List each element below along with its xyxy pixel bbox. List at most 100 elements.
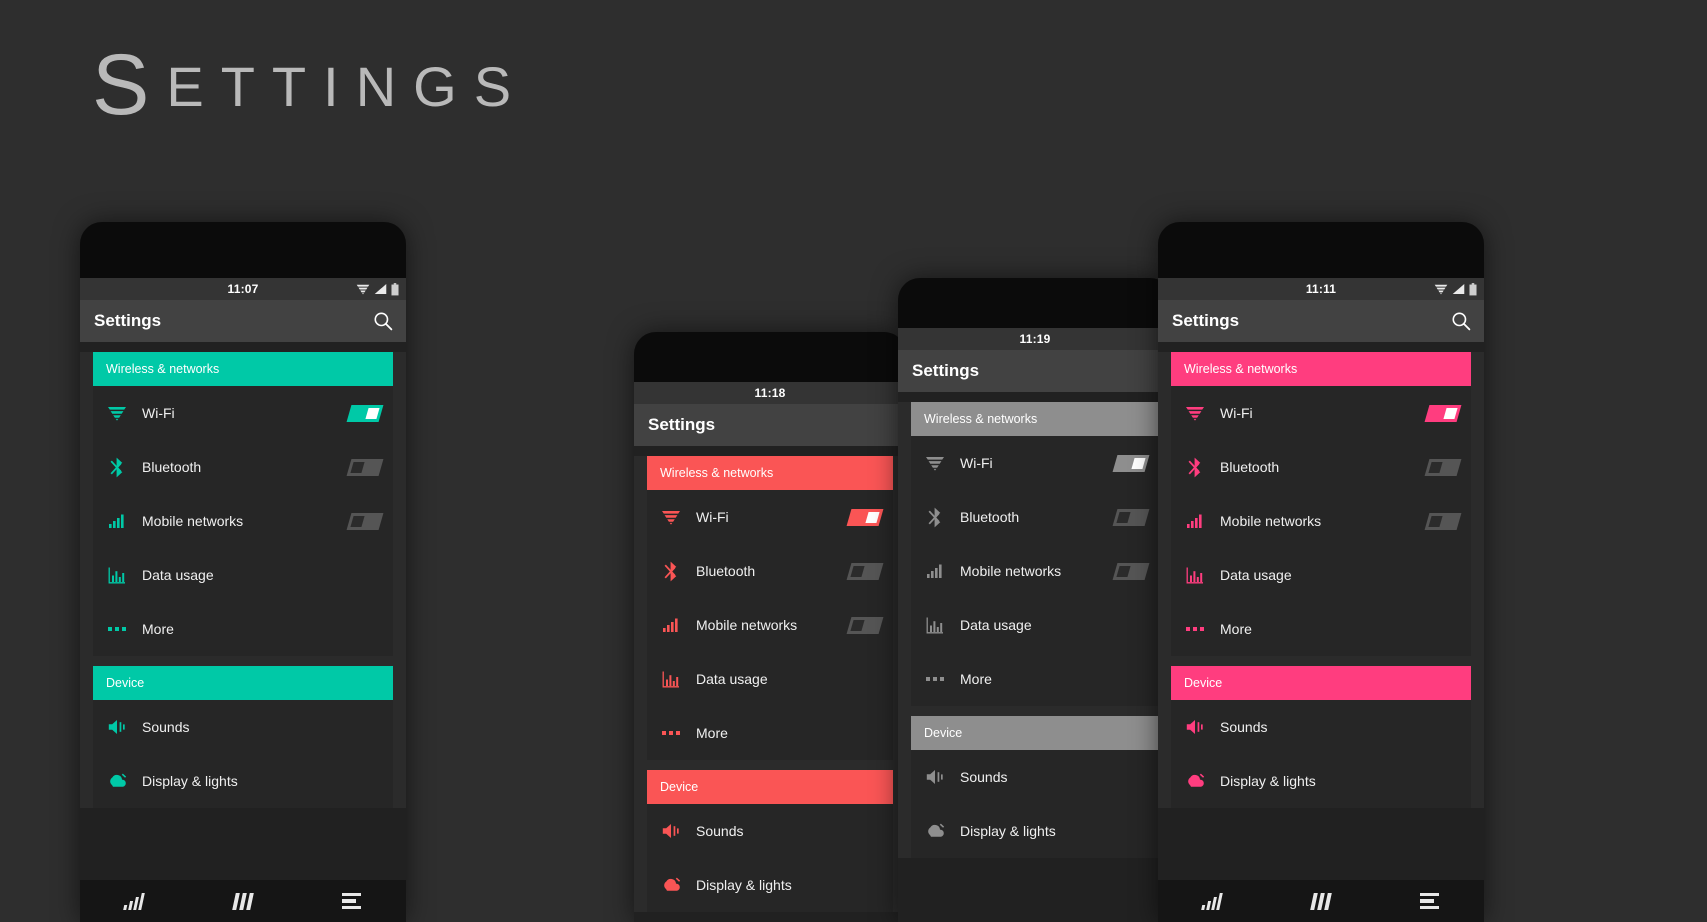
list-item[interactable]: More — [93, 602, 393, 656]
list-item-label: Mobile networks — [696, 617, 798, 633]
list-item-label: Display & lights — [696, 877, 792, 893]
search-icon[interactable] — [373, 311, 393, 331]
toggle-knob — [1131, 457, 1146, 469]
list-item[interactable]: More — [1171, 602, 1471, 656]
list-item-icon — [660, 560, 696, 582]
list-item-icon — [106, 618, 142, 640]
list-item[interactable]: Mobile networks — [93, 494, 393, 548]
group-device: Device Sounds Display & lights — [911, 716, 1159, 858]
list-item[interactable]: Mobile networks — [1171, 494, 1471, 548]
phone-screen: 11:18 Settings Wireless & networks Wi-Fi Blu… — [634, 382, 906, 922]
list-item-label: Wi-Fi — [960, 455, 993, 471]
list-item[interactable]: More — [647, 706, 893, 760]
nav-home-icon[interactable] — [1298, 886, 1344, 916]
toggle-knob — [1116, 565, 1131, 577]
toggle-switch-off[interactable] — [1112, 508, 1150, 526]
list-item[interactable]: Bluetooth — [1171, 440, 1471, 494]
list-item-icon — [1184, 716, 1220, 738]
list-item[interactable]: Wi-Fi — [93, 386, 393, 440]
list-item-icon — [106, 510, 142, 532]
settings-list: Wireless & networks Wi-Fi Bluetooth Mobile … — [1158, 352, 1484, 808]
group-body-device: Sounds Display & lights — [1171, 700, 1471, 808]
nav-recents-icon[interactable] — [1407, 886, 1453, 916]
group-device: Device Sounds Display & lights — [1171, 666, 1471, 808]
toggle-switch-on[interactable] — [346, 404, 384, 422]
group-wireless-networks: Wireless & networks Wi-Fi Bluetooth Mobile … — [1171, 352, 1471, 656]
status-battery-icon — [391, 282, 399, 296]
list-item[interactable]: Wi-Fi — [647, 490, 893, 544]
toggle-switch-on[interactable] — [1424, 404, 1462, 422]
list-item[interactable]: Data usage — [911, 598, 1159, 652]
list-item[interactable]: Sounds — [1171, 700, 1471, 754]
list-item-icon — [106, 716, 142, 738]
nav-home-icon[interactable] — [220, 886, 266, 916]
toggle-switch-on[interactable] — [846, 508, 884, 526]
group-body-wireless: Wi-Fi Bluetooth Mobile networks Data usage M… — [911, 436, 1159, 706]
list-item[interactable]: Display & lights — [1171, 754, 1471, 808]
group-device: Device Sounds Display & lights — [93, 666, 393, 808]
toggle-switch-off[interactable] — [1424, 458, 1462, 476]
toggle-switch-off[interactable] — [1424, 512, 1462, 530]
toggle-knob — [1116, 511, 1131, 523]
list-item-label: More — [960, 671, 992, 687]
list-item-icon — [1184, 770, 1220, 792]
list-item[interactable]: Wi-Fi — [1171, 386, 1471, 440]
toggle-switch-off[interactable] — [346, 512, 384, 530]
list-item[interactable]: Sounds — [647, 804, 893, 858]
navigation-bar — [80, 880, 406, 922]
bluetooth-icon — [106, 456, 128, 478]
wifi-icon — [106, 402, 128, 424]
group-body-device: Sounds Display & lights — [911, 750, 1159, 858]
list-item[interactable]: Display & lights — [647, 858, 893, 912]
group-device: Device Sounds Display & lights — [647, 770, 893, 912]
action-bar: Settings — [634, 404, 906, 446]
list-item-label: Sounds — [1220, 719, 1268, 735]
settings-list: Wireless & networks Wi-Fi Bluetooth Mobile … — [634, 456, 906, 912]
list-item[interactable]: Bluetooth — [911, 490, 1159, 544]
toggle-switch-off[interactable] — [1112, 562, 1150, 580]
list-item[interactable]: Data usage — [93, 548, 393, 602]
list-item-label: More — [142, 621, 174, 637]
more-dots-icon — [106, 618, 128, 640]
list-item-icon — [660, 506, 696, 528]
list-item-icon — [1184, 564, 1220, 586]
list-item[interactable]: Data usage — [647, 652, 893, 706]
bar-chart-icon — [1184, 564, 1206, 586]
nav-back-icon[interactable] — [111, 886, 157, 916]
bar-chart-icon — [660, 668, 682, 690]
list-item[interactable]: Mobile networks — [647, 598, 893, 652]
status-bar-clock: 11:07 — [227, 282, 259, 296]
wifi-icon — [660, 506, 682, 528]
list-item-label: Wi-Fi — [142, 405, 175, 421]
list-item[interactable]: Display & lights — [93, 754, 393, 808]
brightness-icon — [660, 874, 682, 896]
group-body-wireless: Wi-Fi Bluetooth Mobile networks Data usage M… — [93, 386, 393, 656]
status-bar-clock: 11:11 — [1305, 282, 1337, 296]
list-item[interactable]: Bluetooth — [93, 440, 393, 494]
list-item[interactable]: Bluetooth — [647, 544, 893, 598]
list-item[interactable]: Mobile networks — [911, 544, 1159, 598]
toggle-switch-off[interactable] — [846, 562, 884, 580]
search-icon[interactable] — [1451, 311, 1471, 331]
toggle-knob — [350, 461, 365, 473]
list-item[interactable]: Display & lights — [911, 804, 1159, 858]
status-signal-icon — [374, 283, 387, 295]
list-item[interactable]: Sounds — [911, 750, 1159, 804]
toggle-knob — [850, 565, 865, 577]
list-item-icon — [660, 722, 696, 744]
list-item-icon — [660, 668, 696, 690]
status-bar-clock: 11:19 — [1019, 332, 1051, 346]
toggle-switch-on[interactable] — [1112, 454, 1150, 472]
list-item[interactable]: Sounds — [93, 700, 393, 754]
list-item[interactable]: More — [911, 652, 1159, 706]
toggle-switch-off[interactable] — [846, 616, 884, 634]
bluetooth-icon — [660, 560, 682, 582]
group-header-wireless: Wireless & networks — [93, 352, 393, 386]
list-item[interactable]: Data usage — [1171, 548, 1471, 602]
nav-back-icon[interactable] — [1189, 886, 1235, 916]
speaker-icon — [1184, 716, 1206, 738]
nav-recents-icon[interactable] — [329, 886, 375, 916]
list-item-label: Wi-Fi — [696, 509, 729, 525]
toggle-switch-off[interactable] — [346, 458, 384, 476]
list-item[interactable]: Wi-Fi — [911, 436, 1159, 490]
